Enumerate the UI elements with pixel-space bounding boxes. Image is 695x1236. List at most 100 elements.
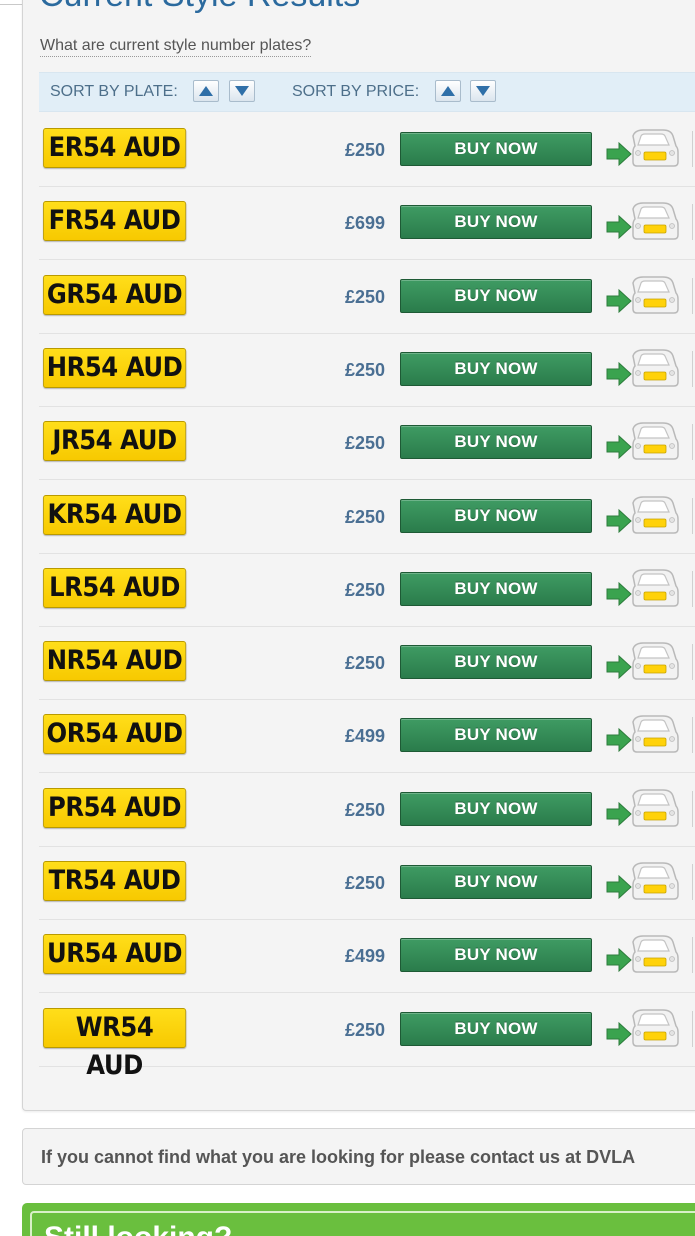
number-plate[interactable]: NR54 AUD [43,641,187,682]
car-preview-icon [606,788,679,827]
buy-now-button[interactable]: BUY NOW [400,791,592,826]
row-divider [692,424,693,461]
buy-now-button[interactable]: BUY NOW [400,571,592,606]
result-row: FR54 AUD £699 BUY NOW [39,186,695,261]
buy-now-button[interactable]: BUY NOW [400,278,592,313]
preview-on-car-button[interactable] [605,639,679,683]
result-row: HR54 AUD £250 BUY NOW [39,333,695,407]
car-preview-icon [606,202,679,241]
buy-now-button[interactable]: BUY NOW [400,718,592,753]
preview-on-car-button[interactable] [605,566,679,610]
result-row: UR54 AUD £499 BUY NOW [39,919,695,994]
triangle-up-icon [199,86,213,96]
number-plate[interactable]: WR54 AUD [43,1007,187,1081]
number-plate[interactable]: LR54 AUD [43,567,187,608]
car-preview-icon [606,642,679,680]
number-plate[interactable]: HR54 AUD [43,347,187,388]
row-divider [692,570,693,607]
sort-price-asc-button[interactable] [435,80,461,102]
preview-on-car-button[interactable] [605,346,679,390]
buy-now-button[interactable]: BUY NOW [400,865,592,899]
preview-on-car-button[interactable] [605,419,679,463]
row-divider [692,277,693,314]
row-divider [692,937,693,974]
triangle-up-icon [441,86,455,96]
buy-now-button[interactable]: BUY NOW [400,425,592,460]
sort-price-desc-button[interactable] [470,80,496,102]
plate-price: £250 [344,359,385,380]
result-row: PR54 AUD £250 BUY NOW [39,773,695,847]
number-plate[interactable]: JR54 AUD [43,421,187,462]
still-looking-box: Still looking? [22,1203,695,1236]
car-preview-icon [606,862,679,900]
result-row: TR54 AUD £250 BUY NOW [39,846,695,920]
plate-price: £499 [344,946,385,967]
row-divider [692,497,693,534]
car-preview-icon [606,495,679,534]
sort-plate-desc-button[interactable] [229,80,255,102]
contact-box: If you cannot find what you are looking … [22,1128,695,1185]
car-preview-icon [606,422,679,460]
preview-on-car-button[interactable] [605,273,679,317]
number-plate[interactable]: GR54 AUD [43,274,187,315]
buy-now-button[interactable]: BUY NOW [400,938,592,973]
number-plate[interactable]: TR54 AUD [43,861,187,901]
preview-on-car-button[interactable] [605,126,679,170]
buy-now-button[interactable]: BUY NOW [400,132,592,166]
plate-price: £250 [344,579,385,600]
plate-price: £250 [344,653,385,674]
still-looking-title: Still looking? [44,1223,232,1236]
number-plate[interactable]: KR54 AUD [43,494,187,535]
number-plate[interactable]: PR54 AUD [43,787,187,828]
row-divider [692,350,693,387]
number-plate[interactable]: FR54 AUD [43,201,187,242]
car-preview-icon [606,275,679,314]
row-divider [692,1010,693,1047]
plate-price: £699 [344,213,385,234]
plate-price: £250 [344,433,385,454]
preview-on-car-button[interactable] [605,199,679,243]
sort-by-plate-label: SORT BY PLATE: [50,83,178,100]
buy-now-button[interactable]: BUY NOW [400,351,592,386]
buy-now-button[interactable]: BUY NOW [400,645,592,680]
buy-now-button[interactable]: BUY NOW [400,205,592,240]
section-title: Current Style Results [39,0,360,12]
preview-on-car-button[interactable] [605,932,679,976]
buy-now-button[interactable]: BUY NOW [400,1011,592,1046]
car-preview-icon [606,569,679,607]
triangle-down-icon [235,86,249,96]
contact-message: If you cannot find what you are looking … [41,1147,636,1167]
plate-price: £499 [344,726,385,747]
row-divider [692,717,693,754]
row-divider [692,864,693,900]
preview-on-car-button[interactable] [605,712,679,756]
buy-now-button[interactable]: BUY NOW [400,498,592,533]
result-row: OR54 AUD £499 BUY NOW [39,699,695,774]
result-row: KR54 AUD £250 BUY NOW [39,480,695,554]
row-divider [692,790,693,827]
preview-on-car-button[interactable] [605,1006,679,1050]
sort-plate-asc-button[interactable] [193,80,219,102]
result-row: GR54 AUD £250 BUY NOW [39,260,695,334]
plate-price: £250 [344,1019,385,1040]
car-preview-icon [606,349,679,387]
preview-on-car-button[interactable] [605,493,679,537]
sort-bar: SORT BY PLATE: SORT BY PRICE: [39,72,695,112]
preview-on-car-button[interactable] [605,786,679,830]
preview-on-car-button[interactable] [605,859,679,903]
number-plate[interactable]: OR54 AUD [43,714,187,755]
row-divider [692,644,693,681]
plate-price: £250 [344,873,385,893]
result-row: LR54 AUD £250 BUY NOW [39,553,695,627]
number-plate[interactable]: UR54 AUD [43,934,187,975]
car-preview-icon [606,715,679,754]
help-link[interactable]: What are current style number plates? [40,36,312,57]
row-divider [692,204,693,241]
result-row: JR54 AUD £250 BUY NOW [39,406,695,481]
page: Current Style Results What are current s… [0,0,695,1236]
car-preview-icon [606,129,679,167]
row-divider [692,131,693,167]
result-row: WR54 AUD £250 BUY NOW [39,993,695,1081]
plate-price: £250 [344,506,385,527]
number-plate[interactable]: ER54 AUD [43,128,187,168]
